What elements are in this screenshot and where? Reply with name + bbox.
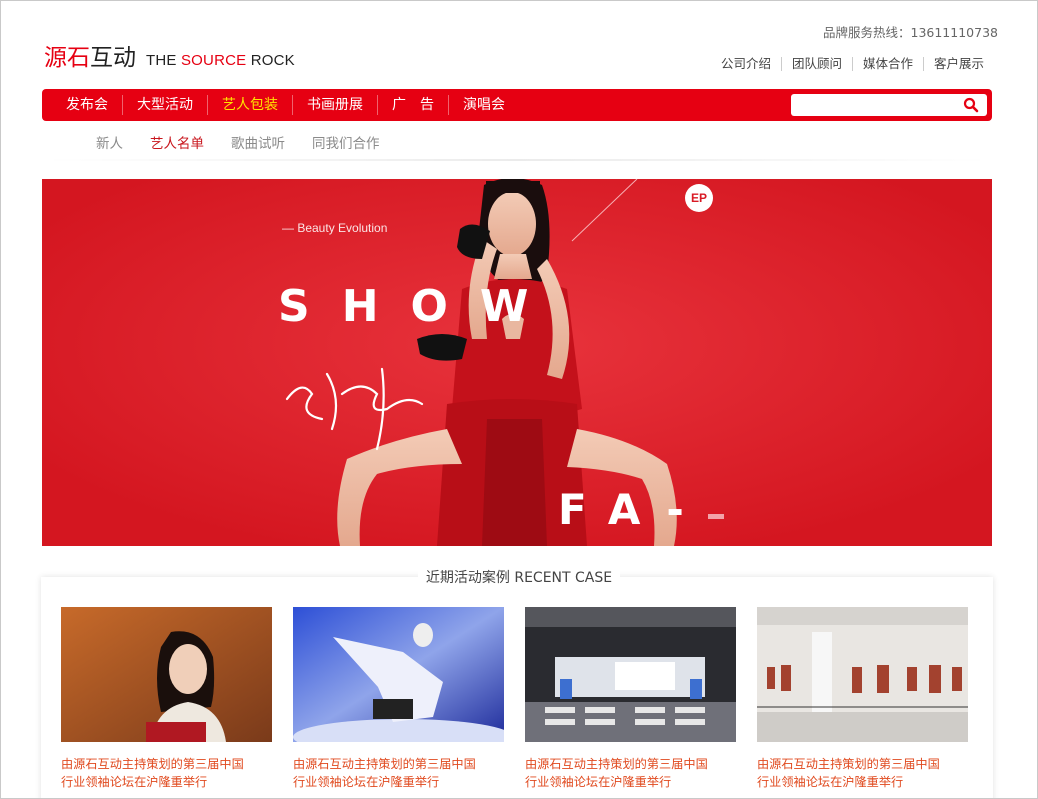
banner-fa-text: FA- xyxy=(558,485,710,534)
case-photo-venue[interactable] xyxy=(525,607,736,742)
case-card[interactable]: 由源石互动主持策划的第三届中国 行业领袖论坛在沪隆重举行 xyxy=(525,607,736,791)
case-card[interactable]: 由源石互动主持策划的第三届中国 行业领袖论坛在沪隆重举行 xyxy=(293,607,504,791)
divider xyxy=(42,159,992,161)
nav-item-events[interactable]: 大型活动 xyxy=(122,95,207,115)
case-card[interactable]: 由源石互动主持策划的第三届中国 行业领袖论坛在沪隆重举行 xyxy=(757,607,968,791)
sub-nav: 新人 艺人名单 歌曲试听 同我们合作 xyxy=(96,132,407,152)
case-caption[interactable]: 由源石互动主持策划的第三届中国 行业领袖论坛在沪隆重举行 xyxy=(293,755,504,791)
banner-artwork xyxy=(42,179,992,546)
nav-item-concert[interactable]: 演唱会 xyxy=(448,95,519,115)
case-photo-dancer[interactable] xyxy=(293,607,504,742)
case-photo-speaker[interactable] xyxy=(61,607,272,742)
banner-tagline: — Beauty Evolution xyxy=(282,221,388,235)
nav-item-artist[interactable]: 艺人包装 xyxy=(207,95,292,115)
hero-banner[interactable]: — Beauty Evolution SHOW FA- EP xyxy=(42,179,992,546)
case-caption[interactable]: 由源石互动主持策划的第三届中国 行业领袖论坛在沪隆重举行 xyxy=(61,755,272,791)
case-caption[interactable]: 由源石互动主持策划的第三届中国 行业领袖论坛在沪隆重举行 xyxy=(525,755,736,791)
banner-show-text: SHOW xyxy=(278,281,561,332)
nav-item-exhibition[interactable]: 书画册展 xyxy=(292,95,377,115)
nav-item-launch[interactable]: 发布会 xyxy=(52,95,122,115)
logo-chinese: 源石互动 xyxy=(44,45,136,71)
search-icon[interactable] xyxy=(963,97,979,113)
top-links: 公司介绍 团队顾问 媒体合作 客户展示 xyxy=(711,57,984,71)
service-hotline: 品牌服务热线：13611110738 xyxy=(823,25,998,40)
case-photo-gallery[interactable] xyxy=(757,607,968,742)
main-nav: 发布会 大型活动 艺人包装 书画册展 广 告 演唱会 xyxy=(42,89,992,121)
top-link-media[interactable]: 媒体合作 xyxy=(851,57,923,71)
subnav-item-artist-list[interactable]: 艺人名单 xyxy=(150,132,204,152)
site-logo[interactable]: 源石互动 THE SOURCE ROCK xyxy=(44,38,295,71)
top-link-team[interactable]: 团队顾问 xyxy=(780,57,852,71)
page-frame: 源石互动 THE SOURCE ROCK 品牌服务热线：13611110738 … xyxy=(0,0,1038,799)
nav-item-ads[interactable]: 广 告 xyxy=(377,95,448,115)
subnav-item-cooperate[interactable]: 同我们合作 xyxy=(312,132,380,152)
search-box xyxy=(791,94,987,116)
recent-case-title: 近期活动案例 RECENT CASE xyxy=(1,567,1037,587)
search-input[interactable] xyxy=(797,96,961,115)
case-caption[interactable]: 由源石互动主持策划的第三届中国 行业领袖论坛在沪隆重举行 xyxy=(757,755,968,791)
top-link-clients[interactable]: 客户展示 xyxy=(922,57,984,71)
subnav-item-newcomer[interactable]: 新人 xyxy=(96,132,123,152)
ep-badge: EP xyxy=(685,184,713,212)
subnav-item-songs[interactable]: 歌曲试听 xyxy=(231,132,285,152)
logo-english: THE SOURCE ROCK xyxy=(146,52,295,69)
top-link-about[interactable]: 公司介绍 xyxy=(711,57,781,71)
case-card[interactable]: 由源石互动主持策划的第三届中国 行业领袖论坛在沪隆重举行 xyxy=(61,607,272,791)
